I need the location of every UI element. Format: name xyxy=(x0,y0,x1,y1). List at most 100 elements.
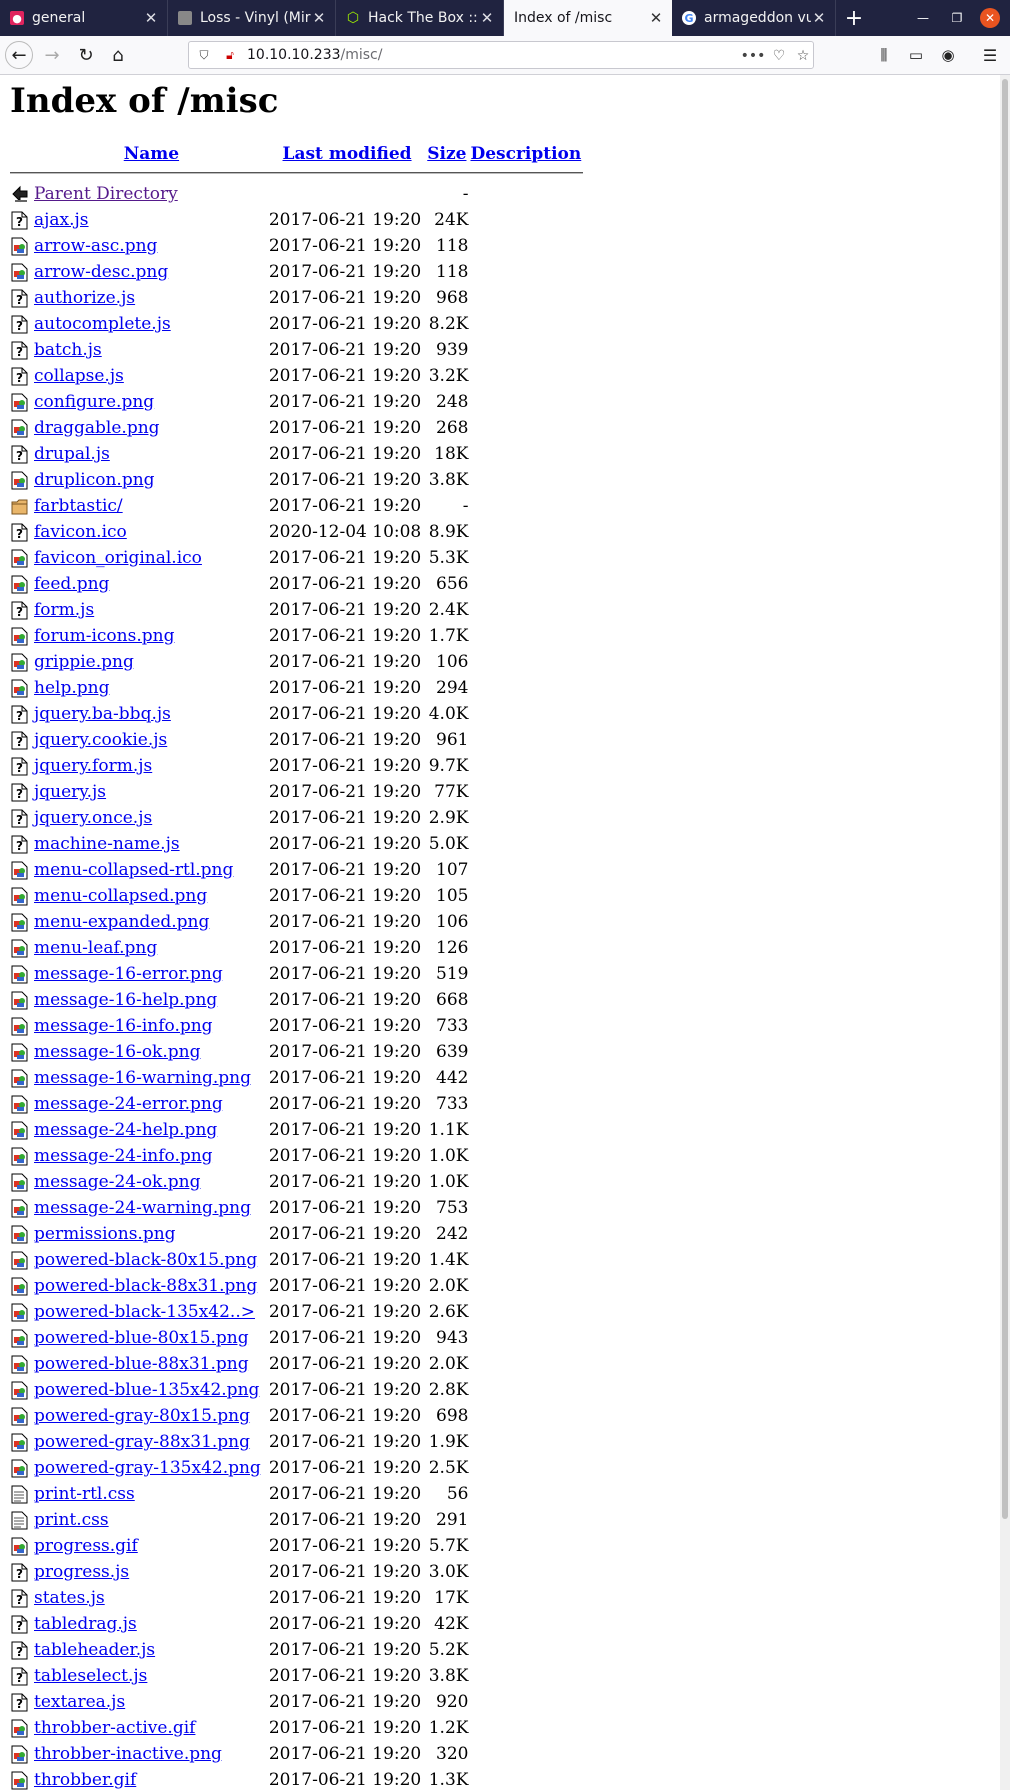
file-link[interactable]: powered-black-80x15.png xyxy=(34,1250,257,1270)
scrollbar-thumb[interactable] xyxy=(1002,79,1008,1519)
library-icon[interactable]: ⫼ xyxy=(870,41,898,69)
sort-by-modified-link[interactable]: Last modified xyxy=(283,144,412,164)
row-modified-cell: 2017-06-21 19:20 xyxy=(268,574,422,594)
reload-button[interactable]: ↻ xyxy=(72,41,100,69)
file-link[interactable]: message-16-info.png xyxy=(34,1016,213,1036)
sort-by-description-link[interactable]: Description xyxy=(470,144,581,164)
file-link[interactable]: batch.js xyxy=(34,340,102,360)
file-link[interactable]: states.js xyxy=(34,1588,105,1608)
tab-general[interactable]: ● general ✕ xyxy=(0,0,168,36)
file-link[interactable]: arrow-asc.png xyxy=(34,236,157,256)
file-link[interactable]: autocomplete.js xyxy=(34,314,171,334)
insecure-lock-icon[interactable]: 🔓︎ xyxy=(223,48,237,62)
file-link[interactable]: message-24-error.png xyxy=(34,1094,223,1114)
file-link[interactable]: menu-expanded.png xyxy=(34,912,209,932)
file-link[interactable]: message-16-warning.png xyxy=(34,1068,251,1088)
file-link[interactable]: powered-gray-88x31.png xyxy=(34,1432,250,1452)
file-link[interactable]: arrow-desc.png xyxy=(34,262,168,282)
file-link[interactable]: jquery.once.js xyxy=(34,808,152,828)
file-link[interactable]: jquery.ba-bbq.js xyxy=(34,704,171,724)
tab-index-of-misc[interactable]: Index of /misc ✕ xyxy=(504,0,672,36)
page-actions-icon[interactable]: ••• xyxy=(741,46,766,66)
page-scrollbar[interactable] xyxy=(1000,75,1010,1790)
restore-icon[interactable]: ❐ xyxy=(942,0,972,36)
file-link[interactable]: print.css xyxy=(34,1510,109,1530)
file-link[interactable]: tableselect.js xyxy=(34,1666,147,1686)
file-link[interactable]: powered-blue-80x15.png xyxy=(34,1328,249,1348)
file-link[interactable]: message-16-error.png xyxy=(34,964,223,984)
window-close-button[interactable]: ✕ xyxy=(980,8,1000,28)
sort-by-size-link[interactable]: Size xyxy=(427,144,466,164)
file-link[interactable]: progress.gif xyxy=(34,1536,138,1556)
shield-icon[interactable]: ⛉ xyxy=(197,48,211,62)
file-link[interactable]: permissions.png xyxy=(34,1224,176,1244)
bookmark-star-icon[interactable]: ☆ xyxy=(793,46,813,66)
file-link[interactable]: print-rtl.css xyxy=(34,1484,135,1504)
menu-icon[interactable]: ☰ xyxy=(976,41,1004,69)
file-link[interactable]: powered-blue-135x42.png xyxy=(34,1380,259,1400)
file-link[interactable]: throbber.gif xyxy=(34,1770,136,1790)
forward-button[interactable]: → xyxy=(38,41,66,69)
file-link[interactable]: message-24-warning.png xyxy=(34,1198,251,1218)
file-link[interactable]: help.png xyxy=(34,678,109,698)
file-link[interactable]: machine-name.js xyxy=(34,834,180,854)
file-link[interactable]: message-24-info.png xyxy=(34,1146,213,1166)
tab-armageddon[interactable]: G armageddon vul ✕ xyxy=(672,0,836,36)
file-link[interactable]: message-16-help.png xyxy=(34,990,217,1010)
file-link[interactable]: message-24-ok.png xyxy=(34,1172,200,1192)
file-link[interactable]: jquery.js xyxy=(34,782,106,802)
file-link[interactable]: authorize.js xyxy=(34,288,135,308)
file-link[interactable]: powered-gray-135x42.png xyxy=(34,1458,261,1478)
minimize-icon[interactable]: — xyxy=(908,0,938,36)
file-link[interactable]: progress.js xyxy=(34,1562,129,1582)
file-link[interactable]: powered-black-135x42..> xyxy=(34,1302,255,1322)
sort-by-name-link[interactable]: Name xyxy=(124,144,179,164)
file-link[interactable]: menu-leaf.png xyxy=(34,938,157,958)
close-tab-icon[interactable]: ✕ xyxy=(811,9,827,27)
close-tab-icon[interactable]: ✕ xyxy=(648,9,664,27)
sidebar-icon[interactable]: ▭ xyxy=(902,41,930,69)
url-text[interactable]: 10.10.10.233/misc/ xyxy=(247,47,382,63)
file-link[interactable]: farbtastic/ xyxy=(34,496,123,516)
row-description-cell xyxy=(468,1637,583,1663)
file-link[interactable]: jquery.cookie.js xyxy=(34,730,167,750)
account-icon[interactable]: ◉ xyxy=(934,41,962,69)
file-link[interactable]: favicon.ico xyxy=(34,522,127,542)
file-link[interactable]: forum-icons.png xyxy=(34,626,174,646)
file-link[interactable]: form.js xyxy=(34,600,94,620)
close-tab-icon[interactable]: ✕ xyxy=(143,9,159,27)
file-link[interactable]: powered-blue-88x31.png xyxy=(34,1354,249,1374)
file-link[interactable]: tabledrag.js xyxy=(34,1614,137,1634)
file-link[interactable]: collapse.js xyxy=(34,366,124,386)
file-link[interactable]: tableheader.js xyxy=(34,1640,155,1660)
tab-hack-the-box[interactable]: ⬡ Hack The Box :: I ✕ xyxy=(336,0,504,36)
file-link[interactable]: favicon_original.ico xyxy=(34,548,202,568)
file-link[interactable]: menu-collapsed-rtl.png xyxy=(34,860,233,880)
file-link[interactable]: throbber-inactive.png xyxy=(34,1744,222,1764)
parent-directory-link[interactable]: Parent Directory xyxy=(34,184,178,204)
tab-loss-vinyl[interactable]: Loss - Vinyl (Mir ✕ xyxy=(168,0,336,36)
new-tab-button[interactable]: + xyxy=(836,0,872,36)
file-link[interactable]: throbber-active.gif xyxy=(34,1718,195,1738)
unknown-file-icon: ? xyxy=(11,289,28,308)
file-link[interactable]: message-24-help.png xyxy=(34,1120,217,1140)
file-link[interactable]: ajax.js xyxy=(34,210,89,230)
close-tab-icon[interactable]: ✕ xyxy=(479,9,495,27)
file-link[interactable]: drupal.js xyxy=(34,444,110,464)
file-link[interactable]: jquery.form.js xyxy=(34,756,152,776)
close-tab-icon[interactable]: ✕ xyxy=(311,9,327,27)
file-link[interactable]: configure.png xyxy=(34,392,154,412)
file-link[interactable]: powered-black-88x31.png xyxy=(34,1276,257,1296)
file-link[interactable]: powered-gray-80x15.png xyxy=(34,1406,250,1426)
file-link[interactable]: druplicon.png xyxy=(34,470,155,490)
address-bar[interactable]: ⛉ 🔓︎ 10.10.10.233/misc/ ••• ♡ ☆ xyxy=(188,41,814,69)
file-link[interactable]: textarea.js xyxy=(34,1692,125,1712)
file-link[interactable]: feed.png xyxy=(34,574,109,594)
file-link[interactable]: menu-collapsed.png xyxy=(34,886,207,906)
back-button[interactable]: ← xyxy=(5,41,33,69)
file-link[interactable]: draggable.png xyxy=(34,418,160,438)
file-link[interactable]: message-16-ok.png xyxy=(34,1042,200,1062)
home-button[interactable]: ⌂ xyxy=(104,41,132,69)
file-link[interactable]: grippie.png xyxy=(34,652,134,672)
pocket-icon[interactable]: ♡ xyxy=(769,46,789,66)
